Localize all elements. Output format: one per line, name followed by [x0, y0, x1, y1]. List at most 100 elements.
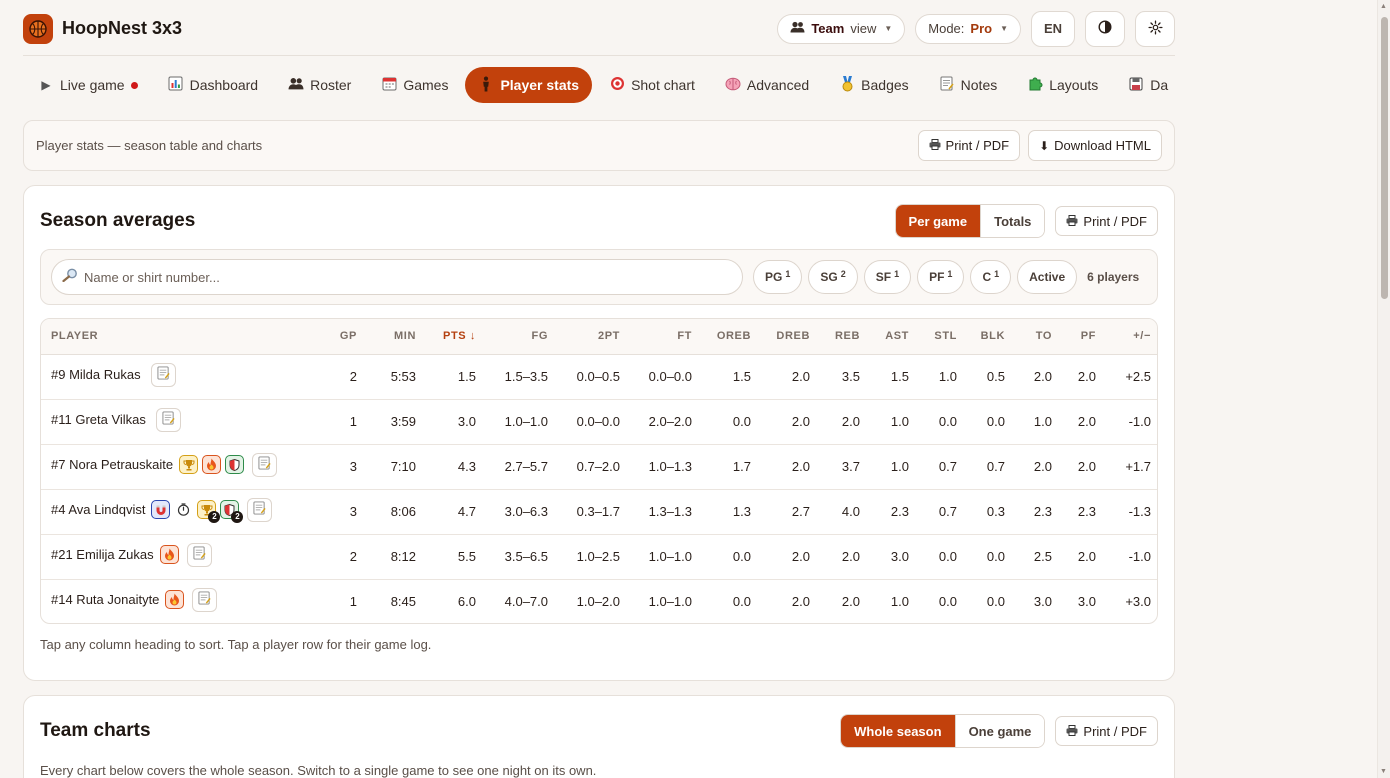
table-row[interactable]: #7 Nora Petrauskaite 3 7:10 4.3 2.7–5.7 0.7–2… — [41, 443, 1157, 489]
trophy-badge-icon[interactable]: 2 — [197, 500, 221, 523]
chevron-down-icon: ▼ — [1000, 24, 1008, 33]
position-filter-pg[interactable]: PG 1 — [753, 260, 803, 294]
season-print-pdf-button[interactable]: Print / PDF — [1055, 206, 1158, 236]
table-row[interactable]: #11 Greta Vilkas 1 3:59 3.0 1.0–1.0 0.0–0.0 2.… — [41, 398, 1157, 444]
column-header[interactable]: PF — [1060, 319, 1104, 355]
column-header[interactable]: +/− — [1104, 319, 1157, 355]
stat-cell: 1.0 — [868, 578, 917, 623]
team-view-dropdown[interactable]: Team view ▼ — [777, 13, 906, 44]
tab-data[interactable]: Da — [1115, 67, 1181, 103]
download-html-button[interactable]: ⬇ Download HTML — [1028, 130, 1162, 161]
column-header[interactable]: 2PT — [556, 319, 628, 355]
column-header[interactable]: AST — [868, 319, 917, 355]
stat-cell: 0.0–0.0 — [556, 398, 628, 444]
table-row[interactable]: #4 Ava Lindqvist 2 2 3 8:06 4.7 3.0–6.3 0.3–1.7… — [41, 488, 1157, 534]
player-name[interactable]: #21 Emilija Zukas — [51, 547, 154, 562]
column-header[interactable]: OREB — [700, 319, 759, 355]
player-name[interactable]: #4 Ava Lindqvist — [51, 502, 145, 517]
people-icon — [288, 77, 304, 93]
shield-badge-icon[interactable]: 2 — [220, 500, 244, 523]
column-header[interactable]: GP — [324, 319, 365, 355]
chevron-down-icon: ▼ — [884, 24, 893, 33]
stat-cell: 2.7–5.7 — [484, 443, 556, 489]
settings-button[interactable] — [1135, 10, 1175, 47]
position-filter-sg[interactable]: SG 2 — [808, 260, 858, 294]
player-note-button[interactable] — [155, 407, 181, 432]
tab-badges[interactable]: Badges — [826, 67, 921, 103]
printer-icon — [1066, 214, 1078, 229]
stat-cell: 8:45 — [365, 578, 424, 623]
position-filter-pf[interactable]: PF 1 — [917, 260, 965, 294]
memo-icon — [939, 76, 955, 94]
trophy-badge-icon[interactable] — [179, 455, 199, 474]
position-filter-sf[interactable]: SF 1 — [863, 260, 912, 294]
scroll-down-arrow-icon[interactable]: ▼ — [1380, 768, 1387, 775]
stat-cell: 3.0–6.3 — [484, 488, 556, 534]
column-header[interactable]: DREB — [759, 319, 818, 355]
player-name[interactable]: #9 Milda Rukas — [51, 367, 141, 382]
column-header[interactable]: REB — [818, 319, 868, 355]
scroll-up-arrow-icon[interactable]: ▲ — [1380, 3, 1387, 10]
memo-icon — [162, 411, 175, 428]
tab-roster[interactable]: Roster — [275, 67, 364, 103]
theme-toggle-button[interactable] — [1085, 10, 1125, 47]
fire-badge-icon[interactable] — [202, 455, 222, 474]
player-note-button[interactable] — [150, 362, 176, 387]
active-filter-chip[interactable]: Active — [1017, 260, 1078, 294]
stopwatch-badge-icon[interactable] — [174, 500, 194, 519]
player-name[interactable]: #7 Nora Petrauskaite — [51, 457, 173, 472]
tab-label: Player stats — [500, 77, 580, 93]
search-input[interactable] — [84, 269, 732, 285]
magnet-badge-icon[interactable] — [151, 500, 171, 519]
totals-option[interactable]: Totals — [980, 205, 1045, 237]
puzzle-icon — [1027, 76, 1043, 94]
column-header[interactable]: PTS ↓ — [424, 319, 484, 355]
mode-dropdown[interactable]: Mode: Pro ▼ — [915, 13, 1021, 44]
language-button[interactable]: EN — [1031, 10, 1075, 47]
player-name-group: #9 Milda Rukas — [51, 362, 176, 387]
scrollbar-thumb[interactable] — [1381, 17, 1388, 299]
player-note-button[interactable] — [252, 452, 278, 477]
stat-cell: 3.0 — [1013, 578, 1060, 623]
table-row[interactable]: #9 Milda Rukas 2 5:53 1.5 1.5–3.5 0.0–0.5 0.0–… — [41, 354, 1157, 399]
shield-badge-icon[interactable] — [225, 455, 245, 474]
stat-cell: 2.3 — [868, 488, 917, 534]
player-name[interactable]: #11 Greta Vilkas — [51, 412, 146, 427]
brand[interactable]: HoopNest 3x3 — [23, 11, 182, 47]
page-scrollbar[interactable]: ▲ ▼ — [1377, 0, 1390, 778]
stat-cell: 1.0–1.3 — [628, 443, 700, 489]
column-header[interactable]: PLAYER — [41, 319, 324, 355]
tab-layouts[interactable]: Layouts — [1014, 67, 1111, 103]
column-header[interactable]: STL — [917, 319, 965, 355]
tab-games[interactable]: Games — [368, 67, 461, 103]
per-game-option[interactable]: Per game — [895, 205, 981, 237]
stat-cell: 2.0 — [791, 369, 810, 384]
stat-cell: 3:59 — [365, 398, 424, 444]
column-header[interactable]: FT — [628, 319, 700, 355]
column-header[interactable]: FG — [484, 319, 556, 355]
column-header[interactable]: MIN — [365, 319, 424, 355]
player-name[interactable]: #14 Ruta Jonaityte — [51, 592, 159, 607]
column-header[interactable]: TO — [1013, 319, 1060, 355]
stat-cell: 3 — [324, 443, 365, 489]
one-game-option[interactable]: One game — [954, 715, 1045, 747]
player-note-button[interactable] — [247, 497, 273, 522]
fire-badge-icon[interactable] — [159, 545, 179, 564]
tab-shot-chart[interactable]: Shot chart — [596, 67, 708, 103]
tab-dashboard[interactable]: Dashboard — [155, 67, 272, 103]
print-pdf-button[interactable]: Print / PDF — [917, 130, 1021, 161]
position-filter-c[interactable]: C1 — [970, 260, 1012, 294]
column-header[interactable]: BLK — [965, 319, 1013, 355]
table-row[interactable]: #21 Emilija Zukas 2 8:12 5.5 3.5–6.5 1.0–2.5 1… — [41, 533, 1157, 579]
tab-advanced[interactable]: Advanced — [712, 67, 822, 103]
tab-player-stats[interactable]: Player stats — [465, 67, 593, 103]
tab-live-game[interactable]: ▶ Live game — [25, 67, 151, 103]
fire-badge-icon[interactable] — [165, 590, 185, 610]
charts-print-pdf-button[interactable]: Print / PDF — [1055, 716, 1158, 746]
player-note-button[interactable] — [186, 542, 212, 567]
table-row[interactable]: #14 Ruta Jonaityte 1 8:45 6.0 4.0–7.0 1.0–2.0… — [41, 578, 1157, 623]
whole-season-option[interactable]: Whole season — [841, 715, 955, 747]
stat-cell: 3.0 — [424, 398, 484, 444]
tab-notes[interactable]: Notes — [926, 67, 1011, 103]
player-note-button[interactable] — [192, 587, 218, 612]
